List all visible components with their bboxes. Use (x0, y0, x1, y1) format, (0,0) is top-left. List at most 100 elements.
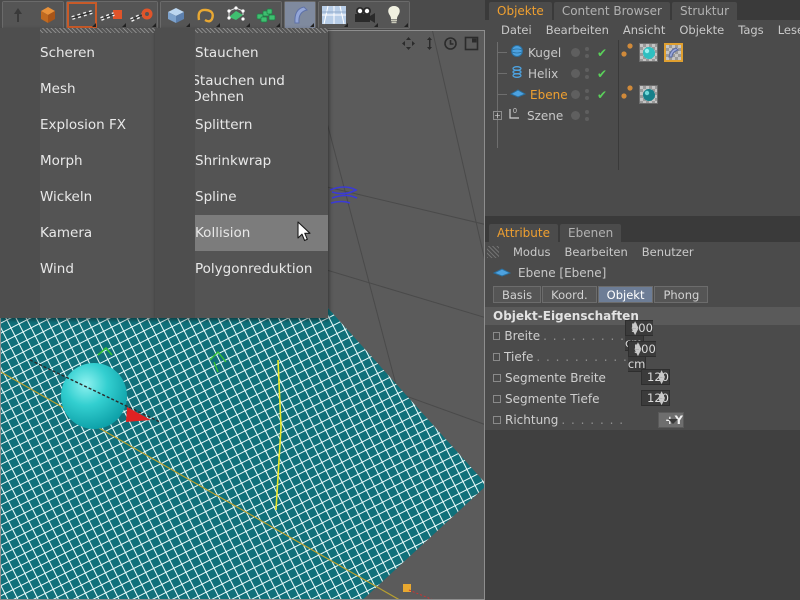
toolbar-group-deformer[interactable] (284, 1, 316, 29)
menu-datei[interactable]: Datei (501, 23, 532, 37)
property-row-segmente-tiefe[interactable]: Segmente Tiefe 120 ▲ ▼ (485, 388, 800, 409)
toolbar-group-undo[interactable] (2, 1, 64, 29)
material-tag[interactable] (639, 85, 658, 104)
object-label: Ebene (530, 87, 568, 102)
nurbs-icon[interactable] (221, 2, 251, 28)
property-row-segmente-breite[interactable]: Segmente Breite 120 ▲ ▼ (485, 367, 800, 388)
object-label: Helix (528, 66, 559, 81)
material-tag-dots (620, 42, 636, 63)
dolly-view-icon[interactable] (422, 36, 437, 51)
menu-modus[interactable]: Modus (513, 245, 551, 259)
move-selection-icon[interactable] (97, 2, 127, 28)
attr-tab-basis[interactable]: Basis (493, 286, 542, 303)
menu-label: Shrinkwrap (195, 153, 272, 169)
object-row-szene[interactable]: + 0 Szene (485, 105, 800, 126)
menu-objekte[interactable]: Objekte (679, 23, 724, 37)
toolbar-group-primitives[interactable] (160, 1, 282, 29)
menu-bearbeiten[interactable]: Bearbeiten (546, 23, 609, 37)
menu-lesezeichen[interactable]: Lese (778, 23, 800, 37)
spline-primitive-icon[interactable] (191, 2, 221, 28)
attributes-mode-buttons[interactable]: Basis Koord. Objekt Phong (485, 284, 800, 307)
tab-ebenen[interactable]: Ebenen (560, 224, 622, 242)
panel-grip-icon[interactable] (487, 246, 499, 258)
attr-tab-koord[interactable]: Koord. (542, 286, 597, 303)
property-checkbox[interactable] (493, 373, 501, 382)
spinner-icon[interactable]: ▲ ▼ (634, 341, 641, 357)
object-enabled-check[interactable]: ✔ (597, 46, 607, 60)
attr-tab-phong[interactable]: Phong (654, 286, 709, 303)
object-row-kugel[interactable]: Kugel ✔ (485, 42, 800, 63)
tab-struktur[interactable]: Struktur (672, 2, 738, 20)
attributes-tabs[interactable]: Attribute Ebenen (485, 222, 800, 242)
tiefe-input[interactable]: 500 cm ▲ ▼ (627, 340, 656, 372)
menu-bearbeiten[interactable]: Bearbeiten (565, 245, 628, 259)
tab-content-browser[interactable]: Content Browser (553, 2, 670, 20)
object-visibility-dots[interactable] (571, 68, 589, 79)
object-manager-menubar[interactable]: Datei Bearbeiten Ansicht Objekte Tags Le… (485, 20, 800, 40)
object-row-helix[interactable]: Helix ✔ (485, 63, 800, 84)
menu-ansicht[interactable]: Ansicht (623, 23, 665, 37)
tab-attribute[interactable]: Attribute (489, 224, 558, 242)
material-tag[interactable] (639, 43, 658, 62)
toolbar-group-scene[interactable] (318, 1, 410, 29)
spinner-icon[interactable]: ▲ ▼ (658, 391, 665, 407)
highlighted-tag[interactable] (664, 43, 683, 62)
property-label: Tiefe (504, 349, 534, 364)
chevron-down-icon[interactable] (668, 418, 678, 424)
deformer-menu-column-2[interactable]: Stauchen Stauchen und Dehnen Splittern S… (155, 28, 328, 318)
rotate-view-icon[interactable] (443, 36, 458, 51)
property-field[interactable]: 120 ▲ ▼ (641, 369, 670, 386)
property-checkbox[interactable] (493, 394, 501, 403)
bend-deformer-icon[interactable] (285, 2, 315, 28)
maximize-view-icon[interactable] (464, 36, 479, 51)
property-row-richtung[interactable]: Richtung . . . . . . . +Y (485, 409, 800, 430)
floor-scene-icon[interactable] (319, 2, 349, 28)
object-manager-tabs[interactable]: Objekte Content Browser Struktur (485, 0, 800, 20)
object-visibility-dots[interactable] (571, 47, 589, 58)
object-visibility-dots[interactable] (571, 89, 589, 100)
object-enabled-check[interactable]: ✔ (597, 88, 607, 102)
property-field[interactable]: 120 ▲ ▼ (641, 390, 670, 407)
segmente-tiefe-input[interactable]: 120 ▲ ▼ (641, 390, 670, 407)
object-tags[interactable] (620, 42, 686, 63)
property-checkbox[interactable] (493, 331, 501, 340)
gear-selection-icon[interactable] (127, 2, 157, 28)
property-label: Segmente Tiefe (505, 391, 600, 406)
deformer-menu-column-1[interactable]: Scheren Mesh Explosion FX Morph Wickeln … (0, 28, 155, 318)
object-list[interactable]: Kugel ✔ Helix ✔ Ebene ✔ + 0 Szene (485, 40, 800, 170)
menu-tags[interactable]: Tags (738, 23, 763, 37)
box-object-icon[interactable] (33, 2, 63, 28)
attr-tab-objekt[interactable]: Objekt (597, 286, 654, 303)
toolbar-group-selection[interactable] (66, 1, 158, 29)
attributes-menubar[interactable]: Modus Bearbeiten Benutzer (485, 242, 800, 262)
object-tags[interactable] (620, 84, 661, 105)
cube-primitive-icon[interactable] (161, 2, 191, 28)
menu-label: Explosion FX (40, 117, 127, 133)
menu-label: Wind (40, 261, 74, 277)
tab-objekte[interactable]: Objekte (489, 2, 552, 20)
property-checkbox[interactable] (493, 415, 501, 424)
richtung-dropdown[interactable]: +Y (658, 411, 684, 428)
attributes-body: Ebene [Ebene] Basis Koord. Objekt Phong … (485, 262, 800, 430)
property-checkbox[interactable] (493, 352, 501, 361)
array-icon[interactable] (251, 2, 281, 28)
segmente-breite-input[interactable]: 120 ▲ ▼ (641, 369, 670, 386)
camera-icon[interactable] (349, 2, 379, 28)
menu-label: Stauchen und Dehnen (191, 73, 285, 105)
spinner-icon[interactable]: ▲ ▼ (632, 320, 639, 336)
property-row-tiefe[interactable]: Tiefe . . . . . . . . . . 500 cm ▲ ▼ (485, 340, 800, 372)
property-field[interactable]: +Y (658, 411, 684, 428)
expand-plus-icon[interactable]: + (493, 111, 502, 120)
object-enabled-check[interactable]: ✔ (597, 67, 607, 81)
move-view-icon[interactable] (401, 36, 416, 51)
object-row-ebene[interactable]: Ebene ✔ (485, 84, 800, 105)
live-selection-icon[interactable] (67, 2, 97, 28)
sphere-object-icon (510, 44, 524, 61)
menu-benutzer[interactable]: Benutzer (642, 245, 694, 259)
light-bulb-icon[interactable] (379, 2, 409, 28)
object-visibility-dots[interactable] (571, 110, 589, 121)
property-field[interactable]: 500 cm▲▼ (627, 340, 670, 372)
spinner-icon[interactable]: ▲ ▼ (658, 370, 665, 386)
undo-arrow-icon[interactable] (3, 2, 33, 28)
main-toolbar[interactable] (0, 0, 485, 30)
